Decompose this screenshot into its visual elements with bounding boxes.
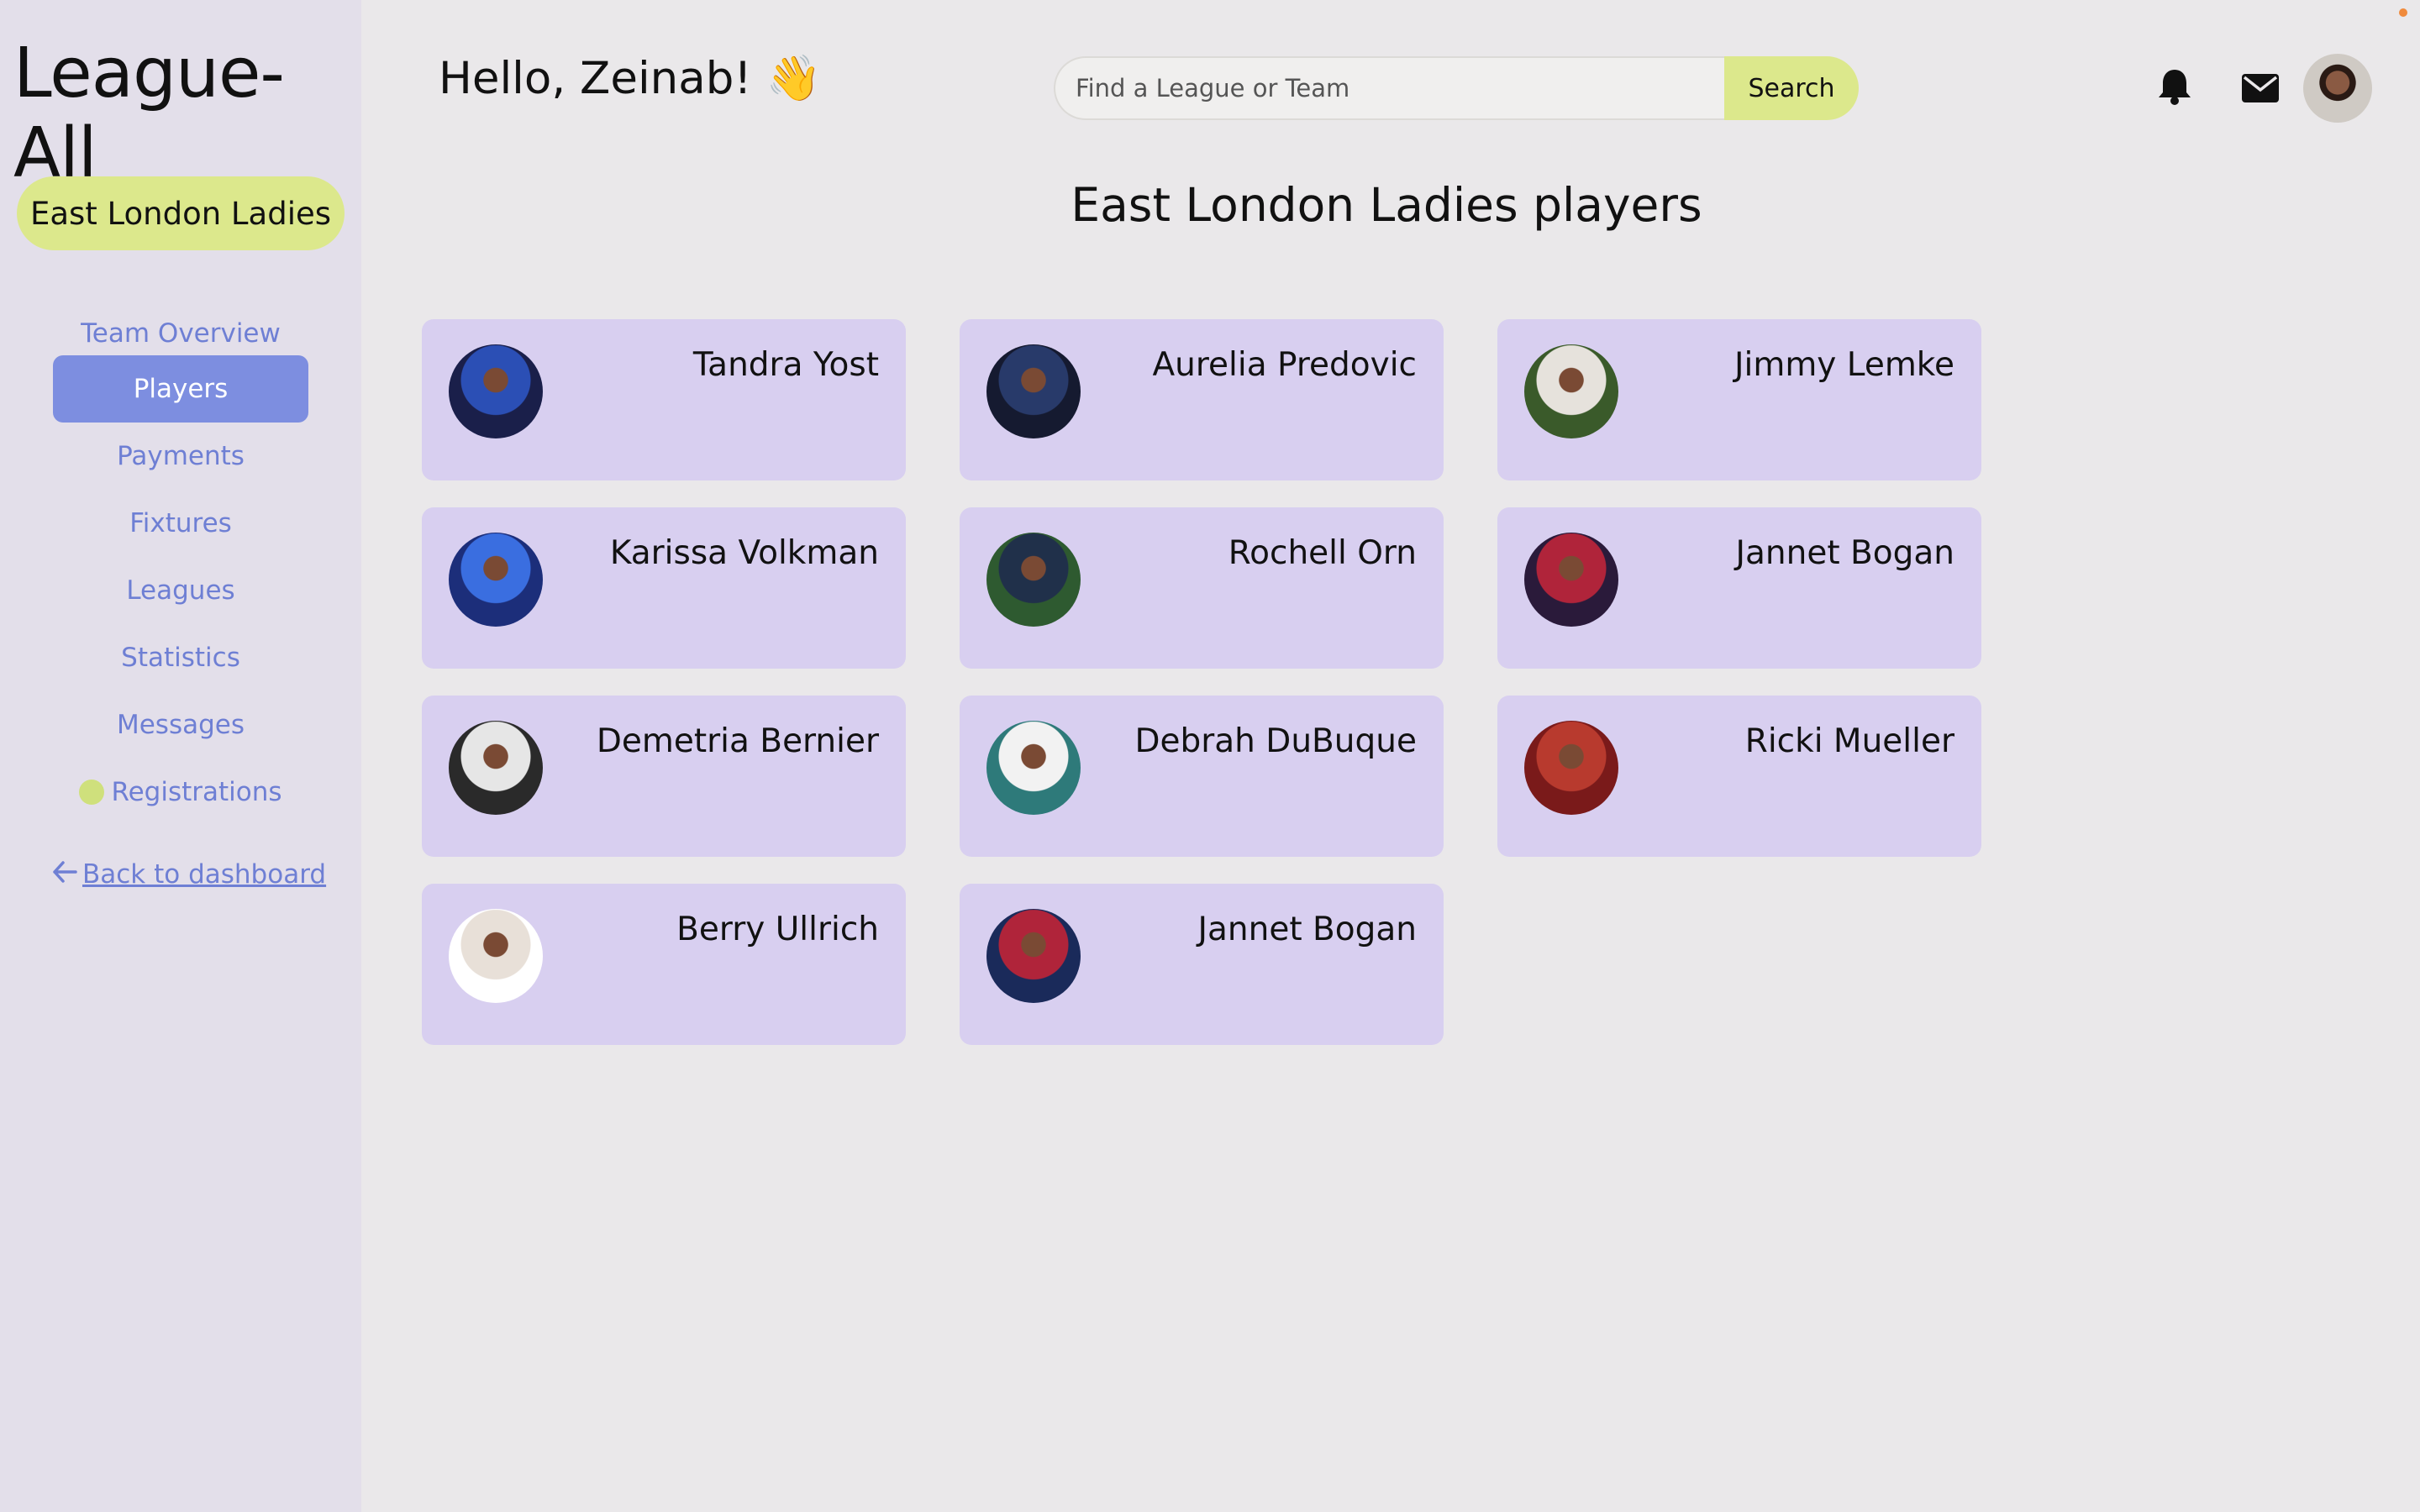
user-avatar[interactable] [2303, 54, 2372, 123]
player-photo [986, 721, 1081, 815]
back-to-dashboard-link[interactable]: Back to dashboard [52, 858, 326, 890]
player-card[interactable]: Tandra Yost [422, 319, 906, 480]
player-photo [1524, 533, 1618, 627]
sidebar-item-statistics[interactable]: Statistics [0, 624, 361, 691]
player-card[interactable]: Aurelia Predovic [960, 319, 1444, 480]
player-name: Ricki Mueller [1744, 722, 1954, 760]
sidebar-item-registrations[interactable]: Registrations [0, 759, 361, 826]
player-name: Demetria Bernier [596, 722, 879, 760]
player-name: Jannet Bogan [1735, 534, 1954, 572]
player-name: Rochell Orn [1228, 534, 1417, 572]
player-name: Jimmy Lemke [1733, 346, 1954, 384]
sidebar-item-fixtures[interactable]: Fixtures [0, 490, 361, 557]
greeting: Hello, Zeinab! 👋 [439, 53, 822, 104]
player-card[interactable]: Jimmy Lemke [1497, 319, 1981, 480]
player-photo [449, 533, 543, 627]
player-photo [986, 909, 1081, 1003]
player-card[interactable]: Berry Ullrich [422, 884, 906, 1045]
sidebar-item-payments[interactable]: Payments [0, 423, 361, 490]
player-card[interactable]: Ricki Mueller [1497, 696, 1981, 857]
status-dot-icon [79, 780, 105, 805]
arrow-left-icon [52, 858, 77, 890]
player-card[interactable]: Debrah DuBuque [960, 696, 1444, 857]
sidebar-item-messages[interactable]: Messages [0, 691, 361, 759]
bell-icon[interactable] [2157, 67, 2192, 109]
player-name: Debrah DuBuque [1134, 722, 1417, 760]
sidebar-item-players[interactable]: Players [53, 355, 308, 423]
back-link-label: Back to dashboard [82, 859, 327, 890]
player-name: Aurelia Predovic [1152, 346, 1417, 384]
player-photo [449, 344, 543, 438]
player-name: Tandra Yost [692, 346, 879, 384]
search-button[interactable]: Search [1724, 56, 1859, 120]
page-title: East London Ladies players [1071, 178, 1702, 232]
app-logo[interactable]: League-All [13, 34, 361, 193]
search-bar: Search [1054, 56, 1859, 120]
player-photo [449, 909, 543, 1003]
sidebar: League-All East London Ladies Team Overv… [0, 0, 361, 1512]
player-card[interactable]: Karissa Volkman [422, 507, 906, 669]
player-photo [986, 533, 1081, 627]
team-name-badge[interactable]: East London Ladies [17, 176, 345, 250]
sidebar-item-leagues[interactable]: Leagues [0, 557, 361, 624]
player-card[interactable]: Demetria Bernier [422, 696, 906, 857]
player-card[interactable]: Jannet Bogan [1497, 507, 1981, 669]
player-photo [1524, 344, 1618, 438]
player-card[interactable]: Jannet Bogan [960, 884, 1444, 1045]
sidebar-item-label: Registrations [111, 777, 282, 807]
player-photo [1524, 721, 1618, 815]
mail-icon[interactable] [2242, 74, 2279, 106]
player-photo [986, 344, 1081, 438]
status-indicator-dot [2399, 8, 2407, 17]
player-card[interactable]: Rochell Orn [960, 507, 1444, 669]
player-name: Berry Ullrich [676, 911, 879, 948]
player-name: Jannet Bogan [1197, 911, 1417, 948]
search-input[interactable] [1054, 56, 1724, 120]
player-name: Karissa Volkman [609, 534, 879, 572]
player-photo [449, 721, 543, 815]
